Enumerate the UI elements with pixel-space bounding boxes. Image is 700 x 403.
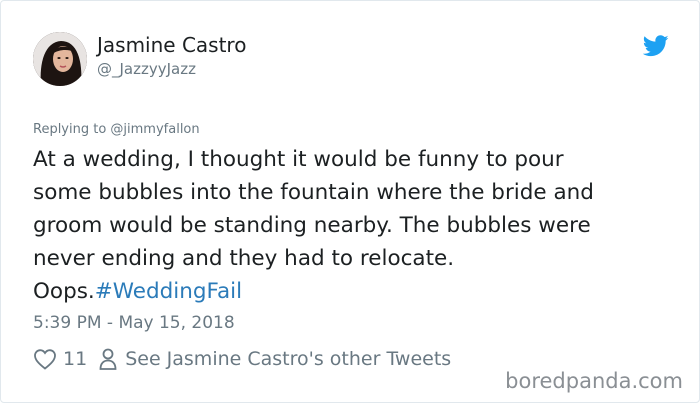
author-handle[interactable]: @_JazzyyJazz (97, 60, 196, 78)
other-tweets-link[interactable]: See Jasmine Castro's other Tweets (125, 348, 451, 370)
tweet-text: At a wedding, I thought it would be funn… (33, 143, 683, 308)
like-count[interactable]: 11 (63, 348, 87, 370)
tweet-text-line: groom would be standing nearby. The bubb… (33, 213, 591, 238)
tweet-text-line: never ending and they had to relocate. (33, 246, 455, 271)
author-display-name[interactable]: Jasmine Castro (97, 33, 246, 57)
twitter-bird-icon[interactable] (643, 35, 669, 57)
person-icon (99, 348, 117, 370)
author-avatar[interactable] (33, 32, 87, 86)
tweet-text-line: At a wedding, I thought it would be funn… (33, 147, 564, 172)
tweet-text-oops: Oops. (33, 279, 95, 304)
site-watermark: boredpanda.com (505, 369, 683, 393)
tweet-text-line: some bubbles into the fountain where the… (33, 180, 594, 205)
hashtag-link[interactable]: #WeddingFail (95, 279, 242, 304)
tweet-card: Jasmine Castro @_JazzyyJazz Replying to … (0, 0, 700, 403)
tweet-text-last-line: Oops.#WeddingFail (33, 275, 683, 308)
tweet-timestamp[interactable]: 5:39 PM - May 15, 2018 (33, 313, 235, 333)
avatar-photo-icon (33, 32, 87, 86)
heart-icon[interactable] (33, 348, 57, 370)
tweet-actions: 11 See Jasmine Castro's other Tweets (33, 347, 451, 371)
reply-context[interactable]: Replying to @jimmyfallon (33, 122, 200, 137)
